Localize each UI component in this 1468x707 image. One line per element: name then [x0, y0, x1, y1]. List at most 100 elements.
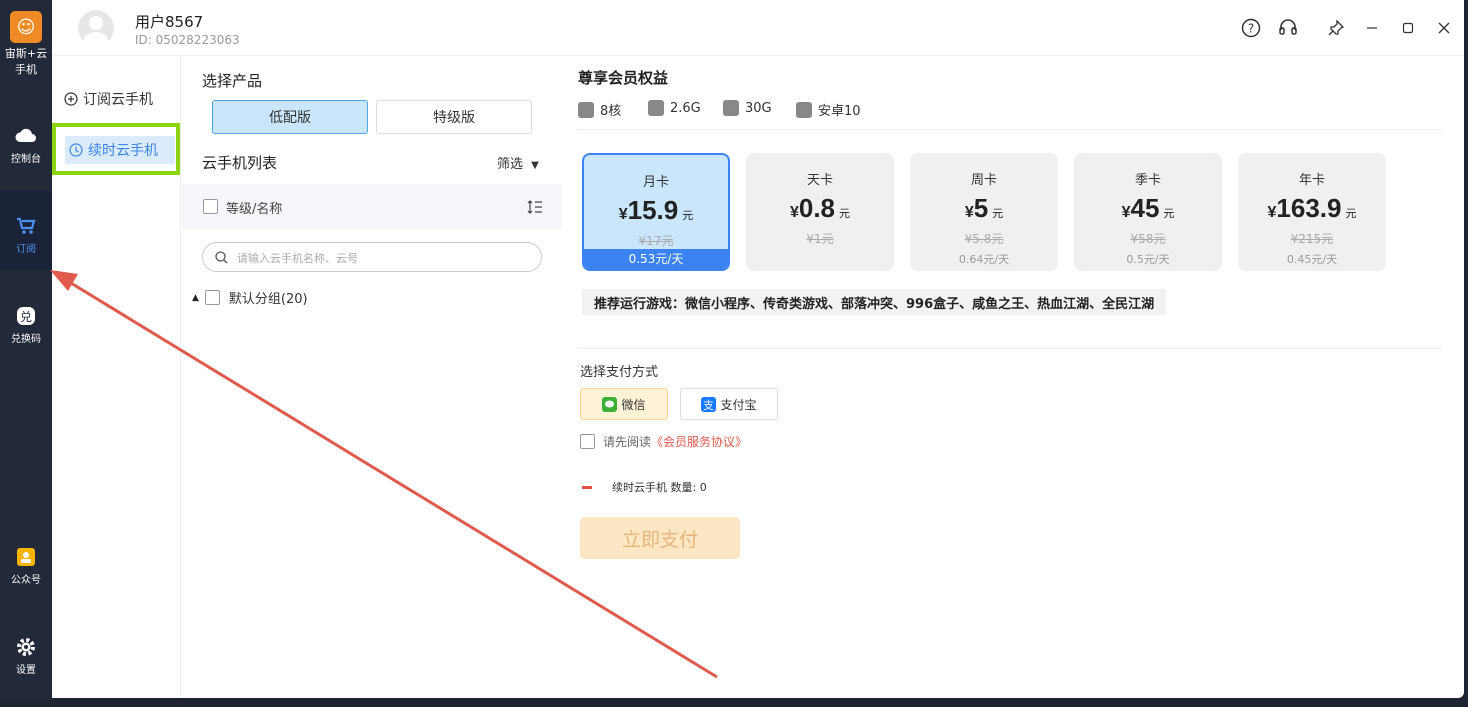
logo-text-line2: 手机 [15, 63, 37, 76]
nav-item-settings[interactable]: 设置 [0, 635, 52, 707]
purchase-panel: 尊享会员权益 8核 2.6G 30G 安卓10 月卡 ¥15.9 元 ¥17元 … [578, 56, 1444, 698]
divider [578, 129, 1442, 130]
filter-label: 筛选 [497, 157, 524, 172]
close-button[interactable] [1433, 17, 1455, 39]
plan-price: ¥15.9 元 [618, 195, 694, 225]
spec-label: 30G [745, 100, 772, 116]
avatar[interactable] [78, 10, 114, 46]
agreement-link[interactable]: 《会员服务协议》 [651, 435, 747, 449]
search-input[interactable]: 请输入云手机名称、云号 [202, 242, 542, 272]
username: 用户8567 [135, 13, 204, 31]
official-account-icon [17, 548, 35, 566]
close-icon [1438, 22, 1450, 34]
spec-android: 安卓10 [796, 100, 861, 119]
plan-name: 周卡 [970, 173, 997, 188]
nav-item-official-account[interactable]: 公众号 [0, 545, 52, 617]
nav-item-label: 公众号 [11, 575, 41, 586]
submenu-item-subscribe[interactable]: 订阅云手机 [64, 89, 153, 109]
cart-icon [17, 217, 36, 234]
help-icon: ? [1241, 18, 1261, 38]
android-icon [796, 101, 812, 118]
plan-card-day[interactable]: 天卡 ¥0.8 元 ¥1元 [746, 153, 894, 271]
svg-text:支: 支 [703, 399, 714, 412]
select-all-checkbox[interactable] [203, 199, 218, 214]
app-window: ☺ 宙斯+云 手机 控制台 订阅 兑 兑换码 公众号 设置 用户8567 ID:… [0, 0, 1468, 700]
sub-menu: 订阅云手机 续时云手机 [52, 56, 181, 698]
submenu-item-renew[interactable]: 续时云手机 [65, 136, 175, 164]
plan-price: ¥163.9 元 [1267, 193, 1357, 223]
benefits-title: 尊享会员权益 [578, 69, 669, 87]
submenu-item-label: 续时云手机 [88, 143, 158, 159]
group-label: 默认分组(20) [228, 292, 308, 307]
left-nav: ☺ 宙斯+云 手机 控制台 订阅 兑 兑换码 公众号 设置 [0, 0, 52, 700]
maximize-button[interactable] [1397, 17, 1419, 39]
cloud-icon [15, 128, 36, 142]
minimize-button[interactable] [1361, 17, 1383, 39]
storage-icon [723, 100, 739, 116]
phone-list-title: 云手机列表 [202, 154, 278, 172]
collapse-triangle-icon[interactable]: ▲ [192, 293, 199, 303]
plan-original-price: ¥1元 [806, 232, 834, 246]
highlight-annotation-box: 续时云手机 [52, 123, 180, 175]
plan-name: 天卡 [806, 173, 833, 188]
pin-button[interactable] [1325, 17, 1347, 39]
nav-item-subscribe[interactable]: 订阅 [0, 190, 52, 270]
nav-item-label: 设置 [16, 665, 36, 676]
group-checkbox[interactable] [204, 290, 220, 305]
top-bar: 用户8567 ID: 05028223063 ? [52, 0, 1464, 56]
help-button[interactable]: ? [1240, 17, 1262, 39]
sort-icon[interactable] [527, 199, 543, 215]
plan-original-price: ¥215元 [1290, 232, 1334, 246]
headset-icon [1279, 19, 1297, 35]
plan-per-day: 0.64元/天 [958, 253, 1010, 266]
spec-label: 安卓10 [818, 104, 861, 119]
agreement-prefix: 请先阅读 [603, 435, 652, 449]
nav-item-redeem[interactable]: 兑 兑换码 [0, 304, 52, 376]
cpu-icon [578, 101, 594, 118]
payment-method-title: 选择支付方式 [580, 365, 659, 380]
minus-icon[interactable] [582, 485, 592, 489]
nav-item-label: 订阅 [16, 244, 36, 255]
plan-card-month[interactable]: 月卡 ¥15.9 元 ¥17元 0.53元/天 [582, 153, 730, 271]
plus-circle-icon [64, 92, 78, 106]
exchange-icon: 兑 [17, 307, 35, 325]
plan-card-week[interactable]: 周卡 ¥5 元 ¥5.8元 0.64元/天 [910, 153, 1058, 271]
nav-item-console[interactable]: 控制台 [0, 124, 52, 196]
divider [578, 348, 1442, 349]
plan-name: 季卡 [1134, 173, 1161, 188]
plan-card-quarter[interactable]: 季卡 ¥45 元 ¥58元 0.5元/天 [1074, 153, 1222, 271]
support-button[interactable] [1277, 17, 1299, 39]
agreement-checkbox[interactable] [580, 434, 595, 449]
pay-method-label: 微信 [621, 397, 646, 412]
plan-name: 年卡 [1298, 173, 1325, 188]
search-placeholder: 请输入云手机名称、云号 [237, 252, 358, 265]
plan-card-year[interactable]: 年卡 ¥163.9 元 ¥215元 0.45元/天 [1238, 153, 1386, 271]
plan-price: ¥0.8 元 [789, 193, 851, 223]
logo-text-line1: 宙斯+云 [4, 47, 48, 60]
search-icon [215, 251, 228, 264]
pay-now-button[interactable]: 立即支付 [580, 517, 740, 559]
plan-price: ¥45 元 [1121, 193, 1175, 223]
pay-alipay-button[interactable]: 支 支付宝 [680, 388, 778, 420]
pay-method-label: 支付宝 [720, 397, 757, 412]
user-id: ID: 05028223063 [135, 33, 240, 47]
plan-name: 月卡 [642, 175, 669, 190]
spec-label: 8核 [600, 104, 622, 119]
caret-down-icon: ▼ [531, 160, 539, 171]
quantity-text: 续时云手机 数量: 0 [612, 481, 707, 494]
agreement-row: 请先阅读《会员服务协议》 [580, 433, 747, 450]
version-premium-button[interactable]: 特级版 [376, 100, 532, 134]
app-logo-icon: ☺ [10, 11, 42, 43]
pin-icon [1328, 20, 1344, 36]
chip-icon [648, 100, 664, 116]
wechat-icon [602, 396, 618, 412]
filter-button[interactable]: 筛选 ▼ [497, 153, 539, 172]
group-row: ▲ 默认分组(20) [192, 288, 308, 307]
renew-icon [69, 143, 83, 157]
pay-wechat-button[interactable]: 微信 [580, 388, 668, 420]
plan-per-day: 0.5元/天 [1126, 253, 1170, 266]
plan-original-price: ¥5.8元 [964, 232, 1004, 246]
version-low-button[interactable]: 低配版 [212, 100, 368, 134]
product-column: 选择产品 低配版 特级版 云手机列表 筛选 ▼ 等级/名称 请输入云手机名称、云… [182, 56, 562, 698]
spec-frequency: 2.6G [648, 100, 701, 116]
